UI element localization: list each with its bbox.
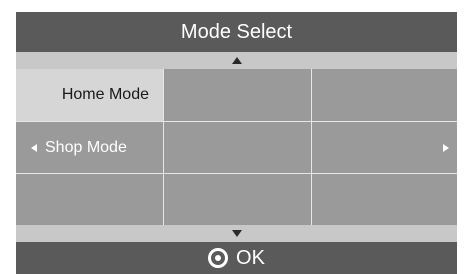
page-title: Mode Select	[180, 20, 293, 43]
grid-cell	[164, 122, 311, 173]
scroll-down-bar[interactable]	[16, 225, 457, 242]
mode-item-home[interactable]: Home Mode	[16, 69, 163, 121]
grid-cell	[164, 174, 311, 225]
grid-cell	[16, 174, 163, 225]
grid-divider	[16, 121, 457, 122]
triangle-up-icon[interactable]	[231, 57, 242, 64]
grid-divider	[163, 69, 164, 225]
scroll-up-bar[interactable]	[16, 52, 457, 69]
grid-cell	[312, 174, 457, 225]
circle-button-icon[interactable]	[208, 248, 229, 268]
grid-divider	[311, 69, 312, 225]
triangle-down-icon[interactable]	[231, 230, 242, 237]
grid-cell	[164, 69, 311, 121]
mode-item-shop[interactable]: Shop Mode	[16, 122, 163, 173]
mode-item-label: Home Mode	[61, 86, 149, 103]
grid-divider	[16, 173, 457, 174]
mode-item-label: Shop Mode	[45, 139, 127, 156]
grid-cell	[312, 122, 457, 173]
ok-label[interactable]: OK	[236, 247, 265, 270]
mode-grid: Home Mode Shop Mode	[16, 69, 457, 225]
footer-bar: OK	[16, 242, 457, 274]
mode-select-screen: Mode Select Home Mode Shop Mode OK	[16, 12, 457, 274]
title-bar: Mode Select	[16, 12, 457, 52]
triangle-left-icon[interactable]	[31, 144, 37, 152]
triangle-right-icon[interactable]	[443, 144, 449, 152]
grid-cell	[312, 69, 457, 121]
